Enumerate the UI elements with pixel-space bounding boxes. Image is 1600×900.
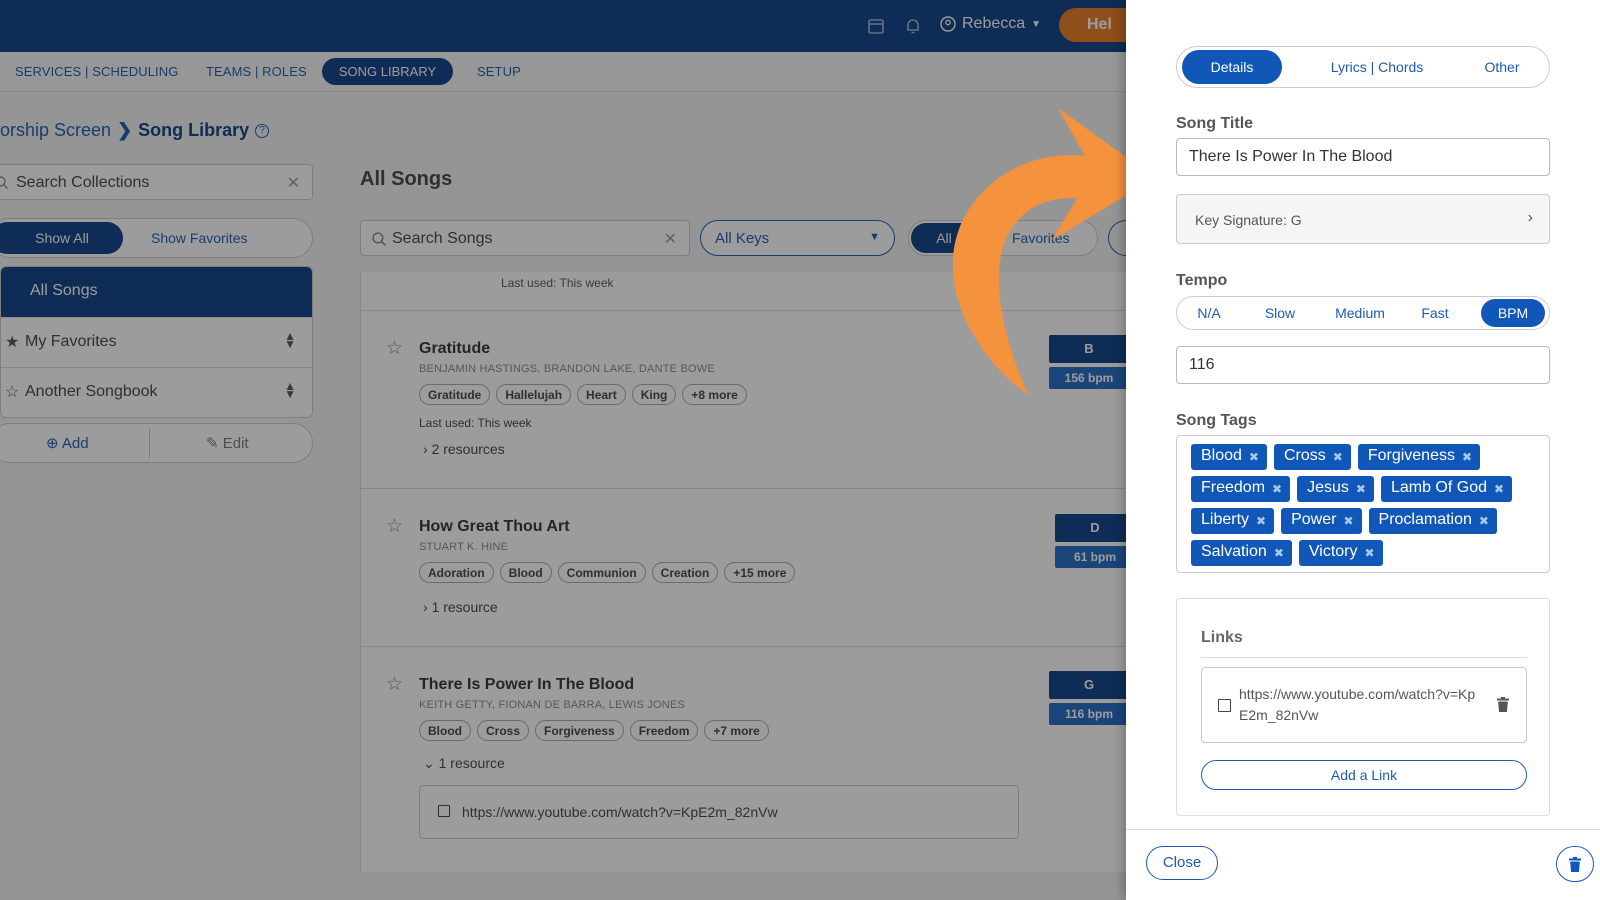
chevron-right-icon: ›: [1527, 209, 1533, 226]
tag-chip-label: Blood: [1201, 447, 1242, 464]
tag-chip-label: Jesus: [1307, 479, 1349, 496]
links-section: Links https://www.youtube.com/watch?v=Kp…: [1176, 598, 1550, 816]
tag-chip: Lamb Of God ✖: [1380, 476, 1513, 502]
song-tags-field[interactable]: Blood ✖ Cross ✖ Forgiveness ✖ Freedom ✖ Jesu…: [1176, 435, 1550, 573]
tag-chip-label: Proclamation: [1378, 511, 1472, 528]
tag-chip: Cross ✖: [1273, 444, 1351, 470]
tag-chip: Jesus ✖: [1297, 476, 1374, 502]
key-signature-selector[interactable]: Key Signature: G ›: [1176, 194, 1550, 244]
tag-chip: Victory ✖: [1298, 540, 1383, 566]
tempo-option-na[interactable]: N/A: [1189, 299, 1229, 327]
tag-chip-label: Forgiveness: [1367, 447, 1455, 464]
tab-lyrics-chords[interactable]: Lyrics | Chords: [1307, 50, 1447, 84]
tag-chip-label: Power: [1291, 511, 1337, 528]
tab-details[interactable]: Details: [1182, 50, 1282, 84]
tag-chip: Blood ✖: [1191, 444, 1267, 470]
tag-chip-label: Lamb Of God: [1390, 479, 1487, 496]
remove-tag-icon[interactable]: ✖: [1365, 543, 1375, 566]
song-tags-label: Song Tags: [1176, 412, 1257, 429]
tag-chip: Liberty ✖: [1191, 508, 1275, 534]
tempo-selector: N/A Slow Medium Fast BPM: [1176, 296, 1550, 330]
delete-song-button[interactable]: [1556, 846, 1594, 882]
remove-tag-icon[interactable]: ✖: [1479, 511, 1489, 534]
trash-icon[interactable]: [1497, 697, 1509, 712]
key-signature-text: Key Signature: G: [1195, 212, 1302, 228]
trash-icon: [1569, 857, 1581, 872]
tag-chip-label: Victory: [1308, 543, 1358, 560]
tag-chip-label: Freedom: [1201, 479, 1266, 496]
song-details-panel: Details Lyrics | Chords Other Song Title…: [1126, 0, 1600, 900]
remove-tag-icon[interactable]: ✖: [1462, 447, 1472, 470]
external-link-icon: [1218, 699, 1231, 712]
remove-tag-icon[interactable]: ✖: [1272, 479, 1282, 502]
tag-chip: Salvation ✖: [1191, 540, 1292, 566]
tag-chip-label: Cross: [1283, 447, 1326, 464]
remove-tag-icon[interactable]: ✖: [1274, 543, 1284, 566]
tag-chip: Proclamation ✖: [1368, 508, 1497, 534]
remove-tag-icon[interactable]: ✖: [1256, 511, 1266, 534]
bpm-input[interactable]: 116: [1176, 346, 1550, 384]
song-title-input[interactable]: There Is Power In The Blood: [1176, 138, 1550, 176]
remove-tag-icon[interactable]: ✖: [1333, 447, 1343, 470]
links-label: Links: [1201, 629, 1243, 646]
panel-footer: Close: [1126, 829, 1600, 900]
remove-tag-icon[interactable]: ✖: [1343, 511, 1353, 534]
tag-chip-label: Salvation: [1201, 543, 1267, 560]
remove-tag-icon[interactable]: ✖: [1494, 479, 1504, 502]
tempo-option-medium[interactable]: Medium: [1327, 299, 1393, 327]
tag-chip-label: Liberty: [1201, 511, 1250, 528]
link-card: https://www.youtube.com/watch?v=KpE2m_82…: [1201, 667, 1527, 743]
link-url[interactable]: https://www.youtube.com/watch?v=KpE2m_82…: [1239, 684, 1479, 726]
close-button[interactable]: Close: [1146, 846, 1218, 880]
divider: [1201, 657, 1527, 658]
tag-chip: Forgiveness ✖: [1357, 444, 1481, 470]
tag-chip: Freedom ✖: [1191, 476, 1291, 502]
remove-tag-icon[interactable]: ✖: [1249, 447, 1259, 470]
add-link-button[interactable]: Add a Link: [1201, 760, 1527, 790]
remove-tag-icon[interactable]: ✖: [1356, 479, 1366, 502]
tempo-option-bpm[interactable]: BPM: [1481, 299, 1545, 327]
song-title-label: Song Title: [1176, 115, 1254, 132]
details-tabs: Details Lyrics | Chords Other: [1176, 46, 1550, 88]
tempo-option-fast[interactable]: Fast: [1413, 299, 1457, 327]
tempo-option-slow[interactable]: Slow: [1255, 299, 1305, 327]
tab-other[interactable]: Other: [1462, 50, 1542, 84]
tag-chip: Power ✖: [1281, 508, 1362, 534]
tempo-label: Tempo: [1176, 272, 1228, 289]
